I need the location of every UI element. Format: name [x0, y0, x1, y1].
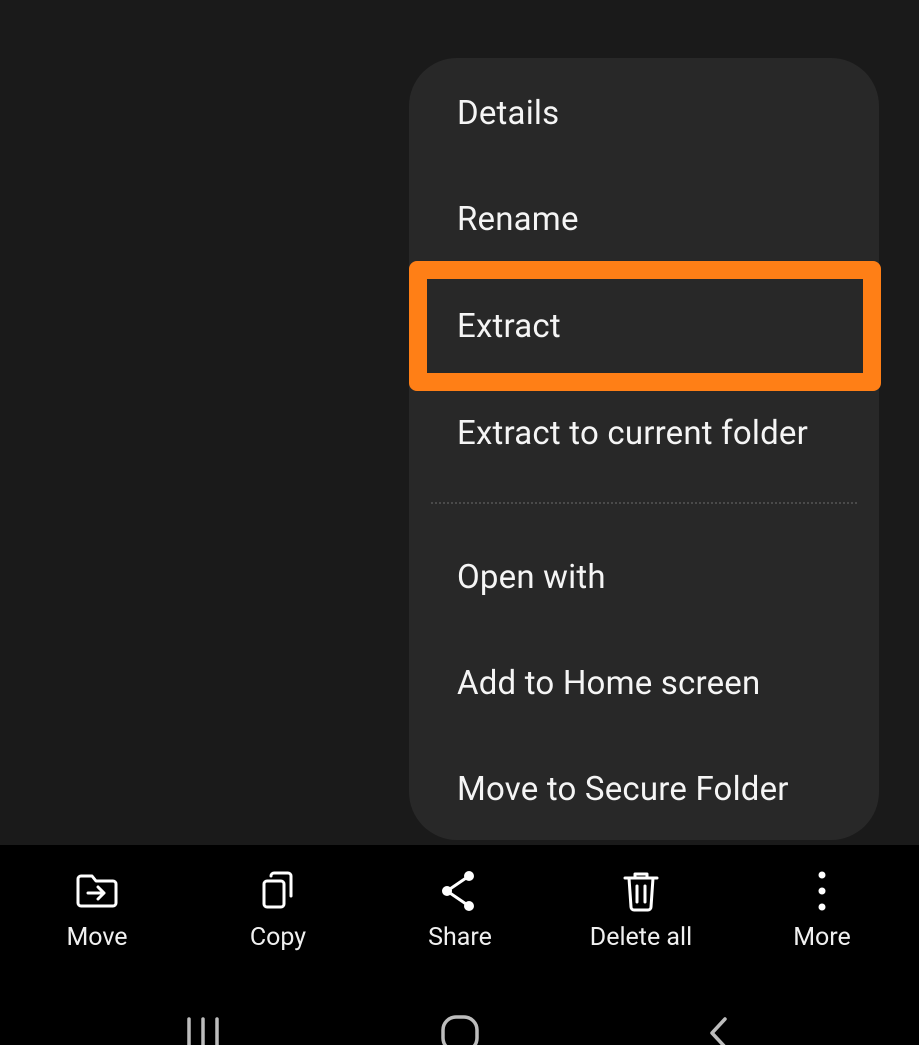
copy-icon: [262, 871, 293, 909]
menu-item-extract-to-current-folder[interactable]: Extract to current folder: [457, 380, 859, 486]
delete-all-label: Delete all: [589, 923, 693, 952]
menu-item-label: Extract: [457, 306, 561, 346]
more-button[interactable]: More: [732, 867, 912, 987]
trash-icon: [623, 872, 659, 912]
menu-item-label: Move to Secure Folder: [457, 769, 789, 809]
copy-label: Copy: [249, 923, 307, 952]
move-button[interactable]: Move: [7, 867, 187, 987]
move-label: Move: [66, 923, 128, 952]
menu-item-open-with[interactable]: Open with: [457, 524, 859, 630]
menu-item-add-to-home-screen[interactable]: Add to Home screen: [457, 630, 859, 736]
bottom-action-bar: Move Copy Share Delete all More: [0, 845, 919, 1045]
share-icon: [442, 871, 474, 911]
home-icon[interactable]: [430, 1007, 490, 1045]
menu-item-label: Rename: [457, 199, 579, 239]
menu-item-label: Details: [457, 93, 560, 133]
more-vertical-icon: [818, 871, 826, 911]
menu-item-rename[interactable]: Rename: [457, 166, 859, 272]
share-label: Share: [428, 923, 492, 952]
copy-button[interactable]: Copy: [188, 867, 368, 987]
screen: Details Rename Extract Extract to curren…: [0, 0, 919, 1045]
more-label: More: [793, 923, 851, 952]
menu-item-extract[interactable]: Extract: [457, 273, 859, 379]
move-to-folder-icon: [76, 874, 118, 908]
delete-all-button[interactable]: Delete all: [551, 867, 731, 987]
context-menu: Details Rename Extract Extract to curren…: [409, 58, 879, 840]
menu-item-details[interactable]: Details: [457, 60, 859, 166]
menu-divider: [431, 502, 857, 504]
recent-apps-icon[interactable]: [173, 1007, 233, 1045]
menu-item-move-to-secure-folder[interactable]: Move to Secure Folder: [457, 736, 859, 842]
back-icon[interactable]: [688, 1007, 748, 1045]
menu-item-label: Open with: [457, 557, 606, 597]
menu-item-label: Add to Home screen: [457, 663, 761, 703]
menu-item-label: Extract to current folder: [457, 413, 808, 453]
share-button[interactable]: Share: [370, 867, 550, 987]
